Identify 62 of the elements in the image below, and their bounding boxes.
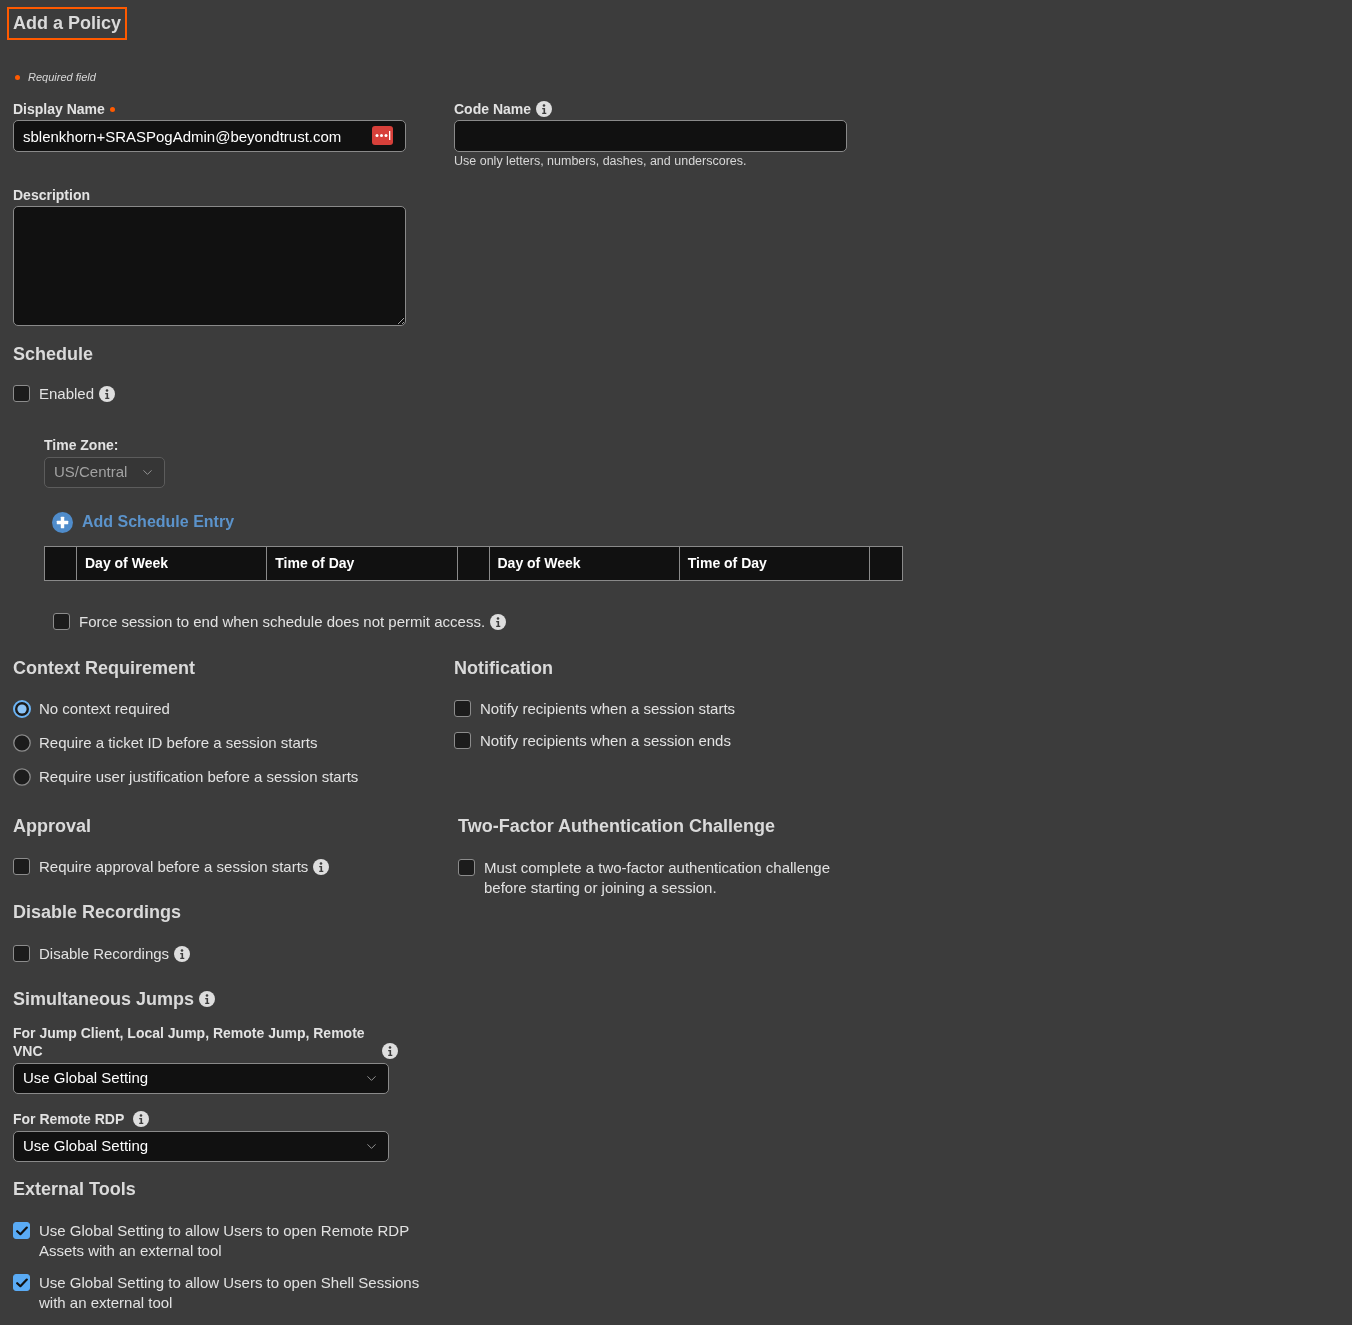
field-label: For Remote RDP [13,1110,125,1128]
radio-button[interactable] [13,734,31,752]
column-header: Time of Day [267,547,458,580]
checkbox[interactable] [13,385,30,402]
checkbox[interactable] [13,945,30,962]
checkbox-label: Use Global Setting to allow Users to open Remote RDP Assets with an external tool [39,1221,410,1261]
checkbox-label: Notify recipients when a session starts [480,699,736,719]
checkbox-label: Enabled [39,384,95,404]
setting-select[interactable]: Use Global Setting [13,1131,389,1162]
checkbox[interactable] [13,1274,30,1291]
section-heading: Schedule [13,343,94,366]
code-name-field[interactable] [454,120,847,152]
checkmark-icon [15,1225,28,1236]
column-header: Day of Week [489,547,680,580]
radio-label: Require a ticket ID before a session starts [39,733,318,753]
field-label: Time Zone: [44,436,119,454]
section-heading: Approval [13,815,91,838]
field-label: Code Name [454,100,532,118]
info-icon[interactable] [313,859,330,875]
checkbox-label: Notify recipients when a session ends [480,731,731,751]
checkbox-label: Force session to end when schedule does not permit access. [79,612,486,632]
info-icon[interactable] [536,101,553,117]
checkbox[interactable] [13,1222,30,1239]
section-heading: Two-Factor Authentication Challenge [458,815,775,838]
radio-button[interactable] [13,700,31,718]
checkmark-icon [15,1277,28,1288]
field-label: For Jump Client, Local Jump, Remote Jump, Remote VNC [13,1024,366,1060]
info-icon[interactable] [174,946,191,962]
radio-button[interactable] [13,768,31,786]
checkbox[interactable] [458,859,475,876]
field-label: Display Name [13,100,105,118]
section-heading: Notification [454,657,553,680]
section-heading: Disable Recordings [13,901,182,924]
checkbox-label: Disable Recordings [39,944,170,964]
column-header: Day of Week [77,547,268,580]
info-icon[interactable] [490,614,507,630]
checkbox-label: Use Global Setting to allow Users to open Shell Sessions with an external tool [39,1273,421,1313]
checkbox[interactable] [13,858,30,875]
section-heading: Context Requirement [13,657,196,680]
radio-label: Require user justification before a session starts [39,767,359,787]
checkbox-label: Require approval before a session starts [39,857,309,877]
ellipsis-icon[interactable] [372,126,393,145]
field-hint: Use only letters, numbers, dashes, and underscores. [454,153,747,169]
checkbox-label: Must complete a two-factor authentication challenge before starting or joining a session. [484,858,832,898]
page-title: Add a Policy [7,7,128,40]
display-name-field[interactable]: sblenkhorn+SRASPogAdmin@beyondtrust.com [13,120,406,152]
description-field[interactable] [13,206,406,326]
info-icon[interactable] [382,1043,398,1059]
field-label: Description [13,186,90,204]
checkbox[interactable] [53,613,70,630]
section-heading: External Tools [13,1178,136,1201]
section-heading: Simultaneous Jumps [13,988,195,1011]
info-icon[interactable] [99,386,116,402]
required-note: Required field [28,70,96,84]
plus-circle-icon [52,511,73,533]
checkbox[interactable] [454,732,471,749]
setting-select[interactable]: Use Global Setting [13,1063,389,1094]
info-icon[interactable] [199,991,216,1007]
checkbox[interactable] [454,700,471,717]
info-icon[interactable] [133,1111,150,1127]
column-header: Time of Day [679,547,870,580]
radio-label: No context required [39,699,170,719]
